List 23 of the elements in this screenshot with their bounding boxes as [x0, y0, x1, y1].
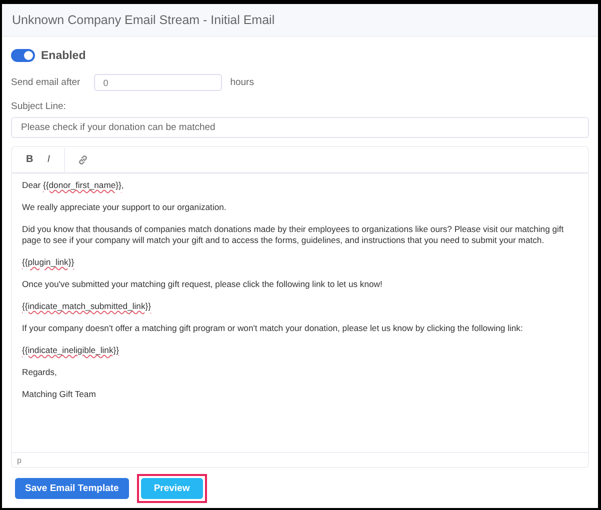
link-icon[interactable]	[77, 154, 90, 166]
status-path: p	[17, 456, 22, 464]
body-paragraph: {{indicate_match_submitted_link}}	[22, 301, 152, 312]
body-paragraph: {{indicate_ineligible_link}}	[22, 345, 120, 356]
unit-label: hours	[230, 77, 254, 88]
toggle-switch[interactable]	[11, 49, 35, 62]
window-title: Unknown Company Email Stream - Initial Email	[12, 13, 275, 27]
body-paragraph: Matching Gift Team	[22, 389, 97, 400]
toggle-label: Enabled	[41, 50, 86, 62]
body-paragraph: Did you know that thousands of companies match donations made by their employees to organizations like ours? Please visit our matching gift page to see if your company will match your gift and to access the forms, guidelines, and instructions that you need to submit your match.	[22, 224, 565, 246]
body-paragraph: Once you've submitted your matching gift request, please click the following link to let us know!	[22, 279, 384, 290]
body-paragraph: If your company doesn't offer a matching gift program or won't match your donation, please let us know by clicking the following link:	[22, 323, 524, 334]
save-button[interactable]: Save Email Template	[15, 478, 129, 499]
body-paragraph: {{plugin_link}}	[22, 257, 76, 268]
delay-input[interactable]: 0	[94, 74, 222, 91]
italic-button[interactable]: I	[43, 154, 54, 165]
delay-label: Send email after	[11, 77, 80, 88]
subject-label: Subject Line:	[11, 101, 67, 112]
subject-input[interactable]: Please check if your donation can be matched	[11, 117, 589, 138]
body-paragraph: We really appreciate your support to our organization.	[22, 202, 228, 213]
body-paragraph: Regards,	[22, 367, 58, 378]
bold-button[interactable]: B	[22, 154, 38, 165]
body-paragraph: Dear {{donor_first_name}},	[22, 180, 125, 191]
